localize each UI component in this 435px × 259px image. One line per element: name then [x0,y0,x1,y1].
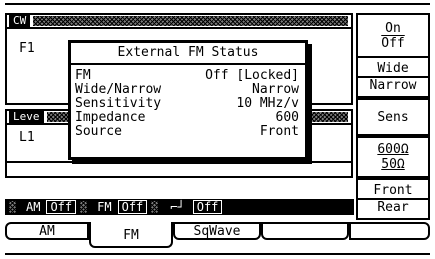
fm-status-marker [80,201,88,213]
tab-fm[interactable]: FM [89,222,173,248]
status-row-impedance: Impedance 600 [75,110,299,125]
am-status-marker [9,201,16,213]
am-status: AM Off [5,200,77,214]
impedance-softkey[interactable]: 600Ω 50Ω [356,136,430,178]
status-row-sensitivity: Sensitivity 10 MHz/v [75,96,299,111]
status-row-wide-narrow: Wide/Narrow Narrow [75,82,299,97]
tab-empty-5[interactable] [349,222,430,240]
pulse-status-marker [151,201,159,213]
fm-status: FM Off [76,200,148,214]
sens-softkey[interactable]: Sens [356,98,430,136]
tab-empty-4[interactable] [261,222,349,240]
status-row-fm: FM Off [Locked] [75,68,299,83]
pulse-status: ⌐┘ Off [147,200,223,214]
cw-panel-label: CW [9,15,31,27]
cw-panel-header: CW [7,15,351,29]
level-field-label[interactable]: L1 [19,131,35,145]
status-row-source: Source Front [75,124,299,139]
dialog-title: External FM Status [71,43,305,65]
on-off-softkey[interactable]: On Off [356,13,430,58]
tab-am[interactable]: AM [5,222,89,240]
dialog-body: FM Off [Locked] Wide/Narrow Narrow Sensiti… [71,65,305,139]
wide-narrow-softkey[interactable]: Wide Narrow [356,56,430,98]
top-divider [5,3,430,5]
level-panel-label: Leve [9,111,44,123]
modulation-status-bar: AM Off FM Off ⌐┘ Off [5,199,354,215]
tab-sqwave[interactable]: SqWave [173,222,261,240]
external-fm-status-dialog: External FM Status FM Off [Locked] Wide/N… [68,40,308,160]
frequency-field-label[interactable]: F1 [19,42,35,56]
level-panel-rule [7,161,351,163]
cw-panel-header-fill [33,16,348,26]
front-rear-softkey[interactable]: Front Rear [356,178,430,220]
bottom-divider [5,253,430,255]
pulse-icon: ⌐┘ [170,200,185,214]
